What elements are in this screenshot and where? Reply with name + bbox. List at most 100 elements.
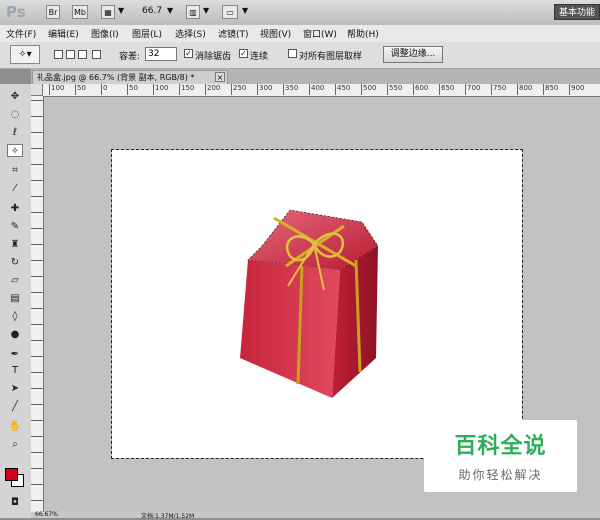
ruler-tick-mark [31, 404, 43, 420]
ruler-top: 100 50 0 50 100 150 200 250 300 350 400 450 500 550 60… [43, 84, 600, 97]
workspace-button[interactable]: 基本功能 [554, 4, 600, 20]
menu-window[interactable]: 窗口(W) [303, 27, 337, 40]
ruler-tick-mark [31, 308, 43, 324]
foreground-color-swatch[interactable] [5, 468, 18, 481]
new-selection-icon[interactable] [54, 50, 63, 59]
ruler-tick-label: 100 [153, 84, 168, 95]
mini-bridge-button[interactable]: Mb [72, 5, 88, 19]
hand-icon[interactable]: ✋ [7, 420, 23, 433]
ruler-tick-label: 800 [517, 84, 532, 95]
screen-mode-icon: ▭ [226, 8, 234, 17]
chevron-down-icon[interactable]: ▼ [167, 6, 173, 15]
eraser-icon[interactable]: ▱ [7, 274, 23, 287]
sample-all-layers-checkbox[interactable] [288, 49, 297, 58]
zoom-level[interactable]: 66.7 [142, 6, 162, 16]
ruler-tick-mark [31, 260, 43, 276]
ruler-tick-label: 600 [413, 84, 428, 95]
antialias-label: 消除锯齿 [195, 52, 232, 62]
toolbox: ✥ ◌ ℓ ✧ ⌗ ⁄ ✚ ✎ ♜ ↻ ▱ ▤ ◊ ● ✒ T ➤ ╱ ✋ ⌕ … [0, 84, 32, 518]
path-select-icon[interactable]: ➤ [7, 382, 23, 395]
menu-select[interactable]: 选择(S) [175, 27, 206, 40]
crop-tool-icon[interactable]: ⌗ [7, 164, 23, 177]
eyedropper-icon[interactable]: ⁄ [7, 182, 23, 195]
ruler-tick-mark [31, 420, 43, 436]
refine-edge-button[interactable]: 调整边缘... [383, 46, 443, 63]
ruler-tick-mark [31, 324, 43, 340]
antialias-checkbox[interactable]: ✓ [184, 49, 193, 58]
ruler-tick-mark [31, 468, 43, 484]
options-bar: ✧▾ 容差: ✓ 消除锯齿 ✓ 连续 对所有图层取样 调整边缘... [0, 42, 600, 69]
screen-mode-button[interactable]: ▭ [222, 5, 238, 19]
ruler-tick-label: 250 [231, 84, 246, 95]
quick-mask-icon[interactable]: ◘ [7, 496, 23, 509]
ruler-tick-mark [31, 356, 43, 372]
contiguous-label: 连续 [250, 52, 269, 62]
ruler-corner [31, 84, 43, 96]
gradient-icon[interactable]: ▤ [7, 292, 23, 305]
chevron-down-icon[interactable]: ▼ [242, 6, 248, 15]
blur-icon[interactable]: ◊ [7, 310, 23, 323]
menu-edit[interactable]: 编辑(E) [48, 27, 79, 40]
document-tab[interactable]: 礼品盒.jpg @ 66.7% (背景 副本, RGB/8) * × [32, 70, 228, 84]
move-tool-icon[interactable]: ✥ [7, 90, 23, 103]
zoom-icon[interactable]: ⌕ [7, 438, 23, 451]
pen-icon[interactable]: ✒ [7, 348, 23, 361]
marquee-tool-icon[interactable]: ◌ [7, 108, 23, 121]
watermark-title: 百科全说 [454, 434, 547, 459]
document-tab-bar: 礼品盒.jpg @ 66.7% (背景 副本, RGB/8) * × [31, 69, 600, 84]
menu-help[interactable]: 帮助(H) [347, 27, 379, 40]
ruler-tick-mark [31, 372, 43, 388]
dodge-icon[interactable]: ● [7, 328, 23, 341]
ruler-tick-mark [31, 116, 43, 132]
subtract-selection-icon[interactable] [78, 50, 87, 59]
ruler-tick-mark [31, 292, 43, 308]
ruler-tick-label: 150 [179, 84, 194, 95]
menu-view[interactable]: 视图(V) [260, 27, 291, 40]
ruler-left [31, 96, 44, 518]
intersect-selection-icon[interactable] [92, 50, 101, 59]
lasso-tool-icon[interactable]: ℓ [7, 126, 23, 139]
stamp-icon[interactable]: ♜ [7, 238, 23, 251]
ruler-tick-mark [31, 452, 43, 468]
chevron-down-icon[interactable]: ▼ [118, 6, 124, 15]
menu-file[interactable]: 文件(F) [6, 27, 36, 40]
ruler-tick-mark [31, 436, 43, 452]
line-icon[interactable]: ╱ [7, 400, 23, 413]
magic-wand-icon[interactable]: ✧ [7, 144, 23, 157]
ruler-tick-label: 850 [543, 84, 558, 95]
watermark-subtitle: 助你轻松解决 [458, 468, 543, 482]
status-zoom[interactable]: 66.67% [35, 511, 58, 518]
bridge-button[interactable]: Br [46, 5, 60, 19]
history-brush-icon[interactable]: ↻ [7, 256, 23, 269]
ruler-tick-mark [31, 244, 43, 260]
ruler-tick-label: 900 [569, 84, 584, 95]
ruler-tick-mark [31, 388, 43, 404]
ruler-tick-label: 300 [257, 84, 272, 95]
ruler-tick-mark [31, 100, 43, 116]
menu-image[interactable]: 图像(I) [91, 27, 119, 40]
menu-bar: 文件(F) 编辑(E) 图像(I) 图层(L) 选择(S) 滤镜(T) 视图(V… [0, 25, 600, 43]
add-selection-icon[interactable] [66, 50, 75, 59]
title-bar: Ps Br Mb ▦ ▼ 66.7 ▼ ▥ ▼ ▭ ▼ 基本功能 [0, 0, 600, 26]
close-icon[interactable]: × [215, 72, 225, 82]
sample-all-layers-label: 对所有图层取样 [299, 52, 363, 62]
menu-filter[interactable]: 滤镜(T) [218, 27, 249, 40]
type-icon[interactable]: T [7, 364, 23, 377]
ruler-tick-label: 50 [75, 84, 86, 95]
ruler-tick-label: 650 [439, 84, 454, 95]
healing-brush-icon[interactable]: ✚ [7, 202, 23, 215]
tool-preset-picker[interactable]: ✧▾ [10, 45, 40, 64]
status-bar: 66.67% 文档:1.37M/1.52M [31, 511, 600, 520]
ruler-tick-label: 750 [491, 84, 506, 95]
chevron-down-icon[interactable]: ▼ [203, 6, 209, 15]
tolerance-input[interactable] [145, 47, 177, 61]
menu-layer[interactable]: 图层(L) [132, 27, 162, 40]
gift-box-image [240, 209, 379, 398]
arrange-documents-button[interactable]: ▥ [186, 5, 200, 19]
magic-wand-icon: ✧▾ [18, 49, 32, 60]
contiguous-checkbox[interactable]: ✓ [239, 49, 248, 58]
brush-icon[interactable]: ✎ [7, 220, 23, 233]
ruler-tick-label: 550 [387, 84, 402, 95]
ruler-tick-mark [31, 212, 43, 228]
view-extras-button[interactable]: ▦ [101, 5, 115, 19]
